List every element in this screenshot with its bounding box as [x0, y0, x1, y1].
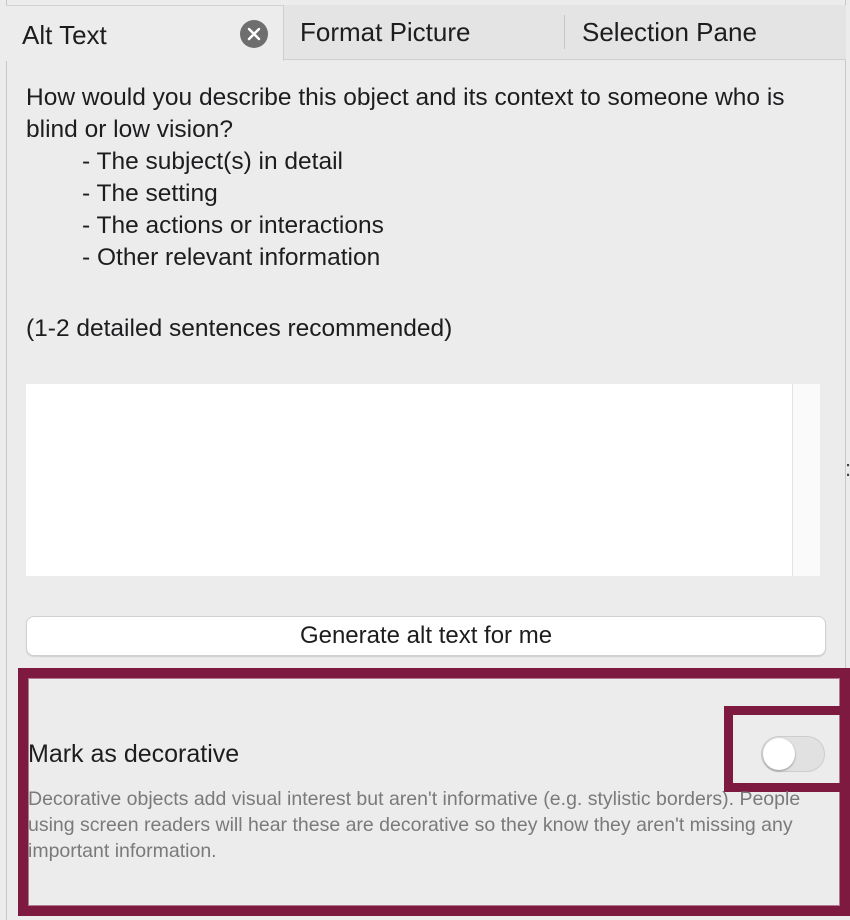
pane-right-border [845, 0, 846, 670]
description-prompt: How would you describe this object and i… [26, 84, 785, 143]
tab-alt-text[interactable]: Alt Text [6, 5, 284, 61]
tab-label: Alt Text [22, 20, 107, 50]
prompt-bullet-list: - The subject(s) in detail - The setting… [82, 146, 384, 274]
close-icon[interactable] [240, 20, 268, 48]
offscreen-edge-glyph: : [845, 456, 850, 482]
mark-decorative-label: Mark as decorative [28, 740, 240, 768]
tab-selection-pane[interactable]: Selection Pane [582, 5, 757, 60]
prompt-bullet: - Other relevant information [82, 244, 381, 271]
tab-format-picture[interactable]: Format Picture [300, 5, 471, 60]
mark-decorative-toggle[interactable] [761, 736, 825, 772]
recommendation-text: (1-2 detailed sentences recommended) [26, 315, 453, 342]
prompt-bullet: - The setting [82, 180, 218, 207]
pane-left-border [6, 0, 7, 920]
prompt-bullet: - The actions or interactions [82, 212, 384, 239]
decorative-description: Decorative objects add visual interest b… [28, 788, 801, 862]
toggle-knob [763, 738, 795, 770]
tab-bar: Alt Text Format Picture Selection Pane [6, 5, 846, 61]
tab-label: Format Picture [300, 17, 471, 47]
tab-divider [564, 15, 565, 49]
prompt-bullet: - The subject(s) in detail [82, 148, 343, 175]
alt-text-input[interactable] [26, 384, 820, 576]
textarea-scrollbar[interactable] [792, 384, 820, 576]
alt-text-pane: Alt Text Format Picture Selection Pane H… [0, 0, 850, 920]
tab-label: Selection Pane [582, 17, 757, 47]
generate-alt-text-button[interactable]: Generate alt text for me [26, 616, 826, 656]
